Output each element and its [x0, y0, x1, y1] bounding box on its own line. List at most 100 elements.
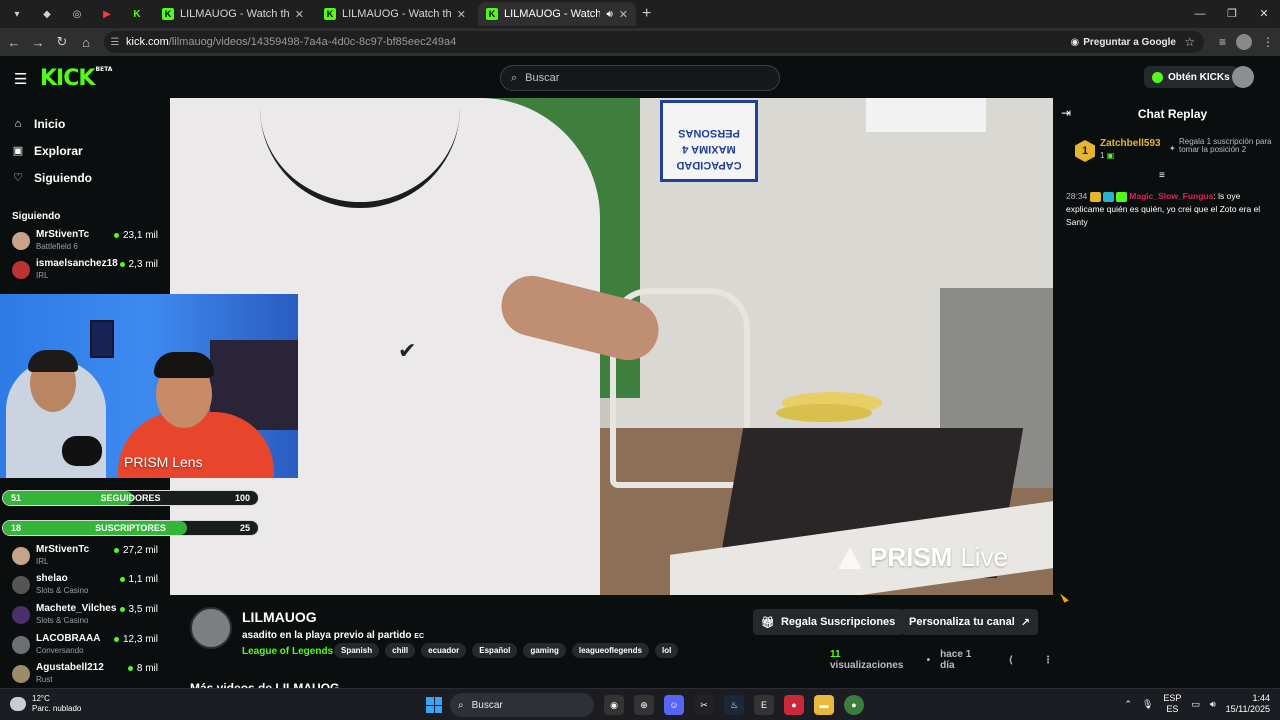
tab-title: LILMAUOG - Watch the VOD [504, 8, 601, 20]
hamburger-menu-icon[interactable]: ☰ [14, 70, 27, 88]
viewer-count: 23,1 mil [114, 230, 158, 241]
language-indicator[interactable]: ESP ES [1163, 693, 1181, 715]
close-icon[interactable]: ✕ [619, 8, 628, 21]
sidebar-item-explorar[interactable]: ▣ Explorar [12, 137, 170, 164]
followed-channel[interactable]: Machete_Vilches Slots & Casino 3,5 mil [12, 602, 162, 630]
pinned-tab-youtube[interactable]: ▶ [94, 4, 120, 24]
customize-channel-button[interactable]: Personaliza tu canal ↗ [901, 609, 1038, 635]
windows-start-icon[interactable] [426, 697, 442, 713]
browser-tab[interactable]: K LILMAUOG - Watch the VOD on ✕ [154, 2, 312, 26]
speaker-icon[interactable]: 🔊︎ [606, 9, 612, 20]
restore-icon[interactable]: ❐ [1216, 0, 1248, 28]
tag[interactable]: Español [472, 643, 518, 658]
viewer-count: 8 mil [128, 663, 158, 674]
reload-icon[interactable]: ↻ [50, 34, 74, 50]
site-info-icon[interactable]: ☰ [104, 37, 126, 48]
logo-text: KICK [40, 66, 95, 91]
app-red-icon[interactable]: ● [784, 695, 804, 715]
kick-icon: K [133, 8, 141, 20]
channel-name: Agustabell212 [36, 662, 104, 673]
get-kicks-button[interactable]: Obtén KICKs [1144, 66, 1238, 88]
message-username[interactable]: Magic_Slow_Fungus [1129, 191, 1213, 201]
stream-category[interactable]: League of Legends [242, 646, 333, 657]
followed-channel[interactable]: shelao Slots & Casino 1,1 mil [12, 572, 162, 600]
tag[interactable]: lol [654, 643, 679, 658]
followed-channel[interactable]: MrStivenTc IRL 27,2 mil [12, 543, 162, 571]
app-icon[interactable]: ⊕ [634, 695, 654, 715]
goal-target: 100 [234, 493, 250, 503]
menu-kebab-icon[interactable]: ⋮ [1262, 35, 1274, 49]
tag[interactable]: gaming [523, 643, 566, 658]
goal-label: SUSCRIPTORES [95, 523, 166, 533]
video-player[interactable]: CAPACIDAD MAXIMA 4 PERSONAS ✔ PRISM Live [170, 98, 1053, 595]
close-icon[interactable]: ✕ [457, 8, 466, 21]
epic-games-icon[interactable]: E [754, 695, 774, 715]
tab-search-button[interactable]: ▾ [4, 4, 30, 24]
file-explorer-icon[interactable]: ▬ [814, 695, 834, 715]
tag[interactable]: ecuador [421, 643, 467, 658]
tag[interactable]: leagueoflegends [571, 643, 649, 658]
followed-channel[interactable]: MrStivenTc Battlefield 6 23,1 mil [12, 228, 162, 256]
close-icon[interactable]: ✕ [295, 8, 304, 21]
viewer-count: 2,3 mil [120, 259, 158, 270]
obs-icon[interactable]: ◉ [604, 695, 624, 715]
followed-channel[interactable]: LACOBRAAA Conversando 12,3 mil [12, 632, 162, 660]
home-icon[interactable]: ⌂ [74, 35, 98, 50]
channel-avatar[interactable] [190, 607, 232, 649]
share-icon[interactable]: ⟨ [1008, 655, 1013, 666]
dot-separator: • [926, 654, 931, 666]
filter-icon[interactable]: ≡ [1159, 170, 1165, 181]
sidebar-item-siguiendo[interactable]: ♡ Siguiendo [12, 164, 170, 191]
bookmark-star-icon[interactable]: ☆ [1184, 35, 1195, 49]
rank-badge: 1 [1075, 140, 1095, 162]
clock[interactable]: 1:44 15/11/2025 [1226, 693, 1270, 715]
sidebar-item-inicio[interactable]: ⌂ Inicio [12, 110, 170, 137]
followed-channel[interactable]: Agustabell212 Rust 8 mil [12, 661, 162, 689]
forward-icon[interactable]: → [26, 35, 50, 50]
profile-avatar[interactable] [1236, 34, 1252, 50]
tag[interactable]: Spanish [334, 643, 380, 658]
temperature: 12°C [32, 694, 50, 703]
weather-widget[interactable]: 12°C Parc. nublado [10, 694, 81, 714]
taskbar-search[interactable]: ⌕ Buscar [450, 693, 594, 717]
chevron-up-icon[interactable]: ⌃ [1124, 699, 1132, 710]
kick-logo[interactable]: KICKBETA [40, 66, 112, 91]
viewer-count: 3,5 mil [120, 604, 158, 615]
search-placeholder: Buscar [525, 72, 560, 84]
minimize-icon[interactable]: — [1184, 0, 1216, 28]
prism-logo-icon [838, 546, 862, 569]
back-icon[interactable]: ← [2, 35, 26, 50]
pinned-tab-1[interactable]: ◆ [34, 4, 60, 24]
reading-list-icon[interactable]: ≡ [1219, 35, 1226, 49]
more-options-icon[interactable]: ⋮ [1043, 655, 1053, 666]
browser-tab-active[interactable]: K LILMAUOG - Watch the VOD 🔊︎ ✕ [478, 2, 636, 26]
tag[interactable]: chill [385, 643, 416, 658]
discord-icon[interactable]: ☺ [664, 695, 684, 715]
search-input[interactable]: ⌕ Buscar [500, 65, 780, 91]
chevron-down-icon: ▾ [14, 8, 20, 20]
views: 11 visualizaciones [830, 649, 917, 671]
followed-channel[interactable]: ismaelsanchez18 IRL 2,3 mil [12, 257, 162, 285]
network-icon[interactable]: ▭ [1191, 699, 1200, 710]
user-avatar[interactable] [1232, 66, 1254, 88]
steam-icon[interactable]: ♨ [724, 695, 744, 715]
gift-prompt[interactable]: Regala 1 suscripción para tomar la posic… [1179, 138, 1279, 154]
browser-tab[interactable]: K LILMAUOG - Watch the VOD on ✕ [316, 2, 474, 26]
gift-subs-button[interactable]: 🎁︎ Regala Suscripciones [753, 609, 904, 635]
pinned-tab-2[interactable]: ◎ [64, 4, 90, 24]
volume-icon[interactable]: 🔊︎ [1210, 699, 1216, 710]
new-tab-button[interactable]: + [642, 5, 651, 23]
pinned-tab-kick[interactable]: K [124, 4, 150, 24]
upload-age: hace 1 día [940, 649, 972, 671]
chrome-icon[interactable]: ● [844, 695, 864, 715]
badge-icon [1116, 191, 1128, 202]
leader-username[interactable]: Zatchbell593 [1100, 138, 1161, 149]
ask-google-button[interactable]: ◉ Preguntar a Google [1062, 32, 1184, 52]
close-window-icon[interactable]: ✕ [1248, 0, 1280, 28]
microphone-icon[interactable]: 🎙︎ [1142, 699, 1153, 710]
url-field[interactable]: ☰ kick.com/lilmauog/videos/14359498-7a4a… [104, 31, 1204, 53]
channel-name[interactable]: LILMAUOG [242, 609, 317, 625]
webcam-poster [90, 320, 114, 358]
channel-name: Machete_Vilches [36, 603, 117, 614]
capcut-icon[interactable]: ✂ [694, 695, 714, 715]
